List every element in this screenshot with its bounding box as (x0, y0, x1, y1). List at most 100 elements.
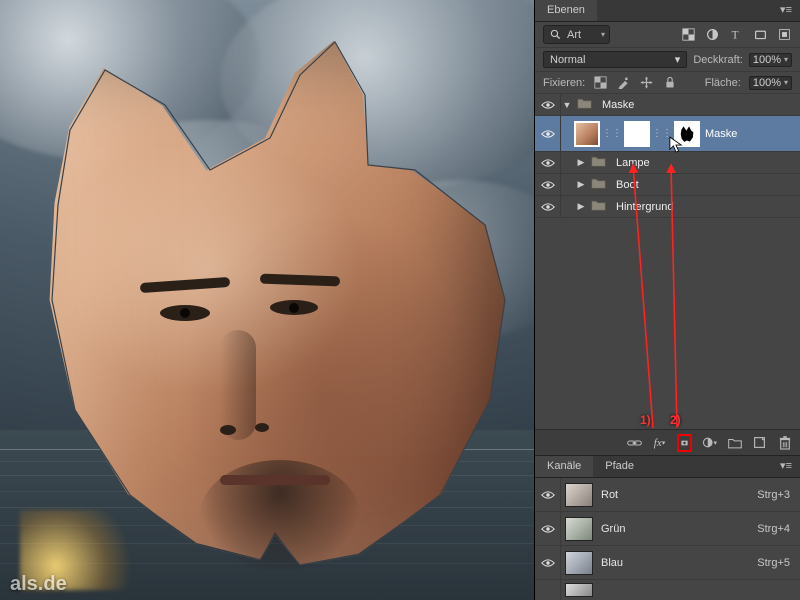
visibility-toggle[interactable] (535, 116, 561, 151)
tab-channels[interactable]: Kanäle (535, 456, 593, 477)
visibility-toggle[interactable] (535, 174, 561, 195)
blend-mode-select[interactable]: Normal ▾ (543, 51, 687, 68)
blend-row: Normal ▾ Deckkraft: 100%▾ (535, 48, 800, 72)
channel-name: Blau (601, 557, 757, 569)
visibility-toggle[interactable] (535, 94, 561, 115)
svg-text:T: T (732, 30, 739, 41)
channels-panel: Kanäle Pfade ▾≡ Rot Strg+3 Grün Strg+4 B… (535, 455, 800, 600)
link-icon[interactable]: ⋮⋮ (599, 128, 625, 139)
fill-value: 100% (753, 77, 781, 89)
opacity-value: 100% (753, 54, 781, 66)
channel-thumbnail (565, 517, 593, 541)
watermark: als.de (10, 573, 67, 596)
channel-thumbnail (565, 483, 593, 507)
filter-type-icon[interactable]: T (729, 27, 744, 42)
layer-thumbnail[interactable] (575, 122, 599, 146)
add-mask-button[interactable] (677, 434, 692, 452)
channel-row[interactable] (535, 580, 800, 600)
lock-pixels-icon[interactable] (616, 75, 631, 90)
panel-menu-icon[interactable]: ▾≡ (772, 456, 800, 477)
delete-layer-icon[interactable] (777, 435, 792, 450)
eye (270, 300, 318, 315)
filter-smartobject-icon[interactable] (777, 27, 792, 42)
disclosure-triangle-icon[interactable]: ▶ (575, 201, 587, 212)
visibility-toggle[interactable] (535, 478, 561, 511)
layer-mask-thumbnail-1[interactable] (625, 122, 649, 146)
search-icon (548, 27, 563, 42)
visibility-toggle[interactable] (535, 512, 561, 545)
new-layer-icon[interactable] (752, 435, 767, 450)
folder-icon (577, 97, 592, 112)
folder-icon (591, 155, 606, 170)
opacity-label: Deckkraft: (693, 54, 743, 66)
layer-group-row[interactable]: ▶ Lampe (535, 152, 800, 174)
lock-label: Fixieren: (543, 77, 585, 89)
layer-group-row[interactable]: ▼ Maske (535, 94, 800, 116)
channel-shortcut: Strg+5 (757, 557, 790, 569)
fx-icon[interactable]: fx▾ (652, 435, 667, 450)
dropdown-icon: ▾ (675, 53, 681, 66)
filter-adjustment-icon[interactable] (705, 27, 720, 42)
channel-shortcut: Strg+3 (757, 489, 790, 501)
layer-name[interactable]: Maske (705, 128, 737, 140)
filter-shape-icon[interactable] (753, 27, 768, 42)
channel-row[interactable]: Blau Strg+5 (535, 546, 800, 580)
visibility-toggle[interactable] (535, 196, 561, 217)
folder-icon (591, 199, 606, 214)
fill-input[interactable]: 100%▾ (749, 76, 792, 90)
layer-name[interactable]: Lampe (616, 157, 650, 169)
layers-list[interactable]: ▼ Maske ⋮⋮ ⋮⋮ Maske ▶ Lampe (535, 94, 800, 429)
eye (160, 305, 210, 321)
layer-filter-input[interactable] (567, 29, 597, 41)
layer-mask-thumbnail-2[interactable] (675, 122, 699, 146)
lock-transparency-icon[interactable] (593, 75, 608, 90)
layer-name[interactable]: Boot (616, 179, 639, 191)
layer-group-row[interactable]: ▶ Boot (535, 174, 800, 196)
nostril (255, 423, 269, 432)
tab-spacer (646, 456, 772, 477)
document-canvas[interactable]: als.de (0, 0, 534, 600)
channel-row[interactable]: Grün Strg+4 (535, 512, 800, 546)
channel-shortcut: Strg+4 (757, 523, 790, 535)
layer-row-active[interactable]: ⋮⋮ ⋮⋮ Maske (535, 116, 800, 152)
visibility-toggle[interactable] (535, 546, 561, 579)
disclosure-triangle-icon[interactable]: ▶ (575, 157, 587, 168)
tab-paths[interactable]: Pfade (593, 456, 646, 477)
lock-row: Fixieren: Fläche: 100%▾ (535, 72, 800, 94)
layers-bottom-toolbar: fx▾ ▾ (535, 429, 800, 455)
disclosure-triangle-icon[interactable]: ▶ (575, 179, 587, 190)
channels-tabbar: Kanäle Pfade ▾≡ (535, 456, 800, 478)
channel-thumbnail (565, 551, 593, 575)
new-group-icon[interactable] (727, 435, 742, 450)
disclosure-triangle-icon[interactable]: ▼ (561, 100, 573, 110)
nostril (220, 425, 236, 435)
group-name: Maske (602, 99, 634, 111)
link-layers-icon[interactable] (627, 435, 642, 450)
lock-all-icon[interactable] (662, 75, 677, 90)
channel-name: Grün (601, 523, 757, 535)
layer-filter-select[interactable]: ▾ (543, 25, 610, 44)
mouth (220, 475, 330, 485)
nose (220, 330, 256, 440)
channel-name: Rot (601, 489, 757, 501)
panel-menu-icon[interactable]: ▾≡ (772, 0, 800, 21)
layer-group-row[interactable]: ▶ Hintergrund (535, 196, 800, 218)
channel-row[interactable]: Rot Strg+3 (535, 478, 800, 512)
fill-label: Fläche: (705, 77, 741, 89)
folder-icon (591, 177, 606, 192)
channel-thumbnail (565, 583, 593, 597)
link-icon[interactable]: ⋮⋮ (649, 128, 675, 139)
face-layer (30, 30, 520, 570)
lock-position-icon[interactable] (639, 75, 654, 90)
filter-pixel-icon[interactable] (681, 27, 696, 42)
tab-layers[interactable]: Ebenen (535, 0, 597, 21)
tab-spacer (597, 0, 772, 21)
panel-tabbar: Ebenen ▾≡ (535, 0, 800, 22)
opacity-input[interactable]: 100%▾ (749, 53, 792, 67)
adjustment-layer-icon[interactable]: ▾ (702, 435, 717, 450)
visibility-toggle[interactable] (535, 152, 561, 173)
layers-panel: Ebenen ▾≡ ▾ T Normal ▾ Deckkraft: 100%▾ (534, 0, 800, 600)
layer-name[interactable]: Hintergrund (616, 201, 673, 213)
blend-mode-value: Normal (550, 54, 585, 66)
visibility-toggle[interactable] (535, 580, 561, 600)
